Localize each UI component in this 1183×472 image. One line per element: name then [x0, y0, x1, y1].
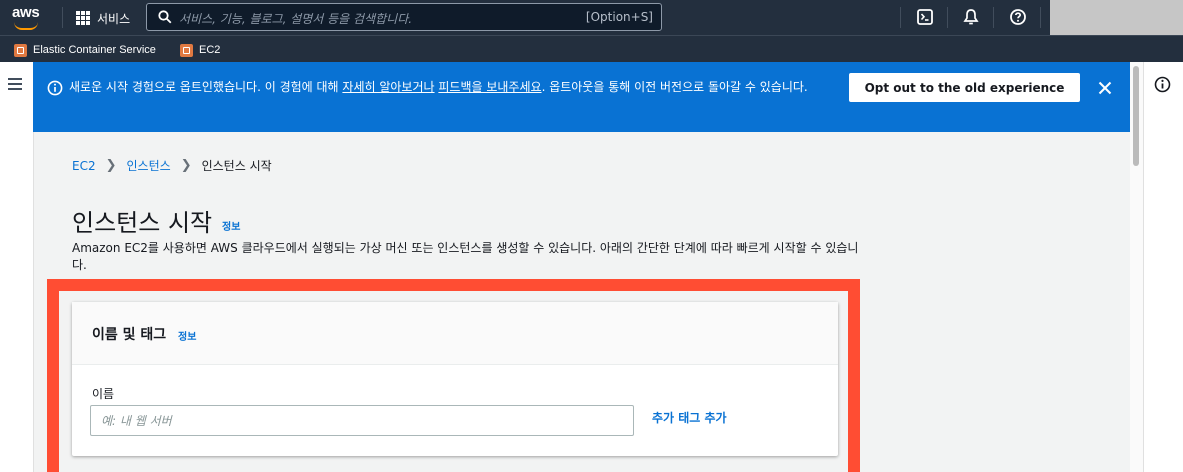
search-input[interactable]: 서비스, 기능, 블로그, 설명서 등을 검색합니다. [Option+S]	[146, 3, 662, 31]
ecs-service-icon	[14, 43, 27, 57]
left-side-rail	[0, 62, 34, 472]
menu-icon[interactable]	[8, 78, 22, 90]
page-title: 인스턴스 시작	[72, 209, 213, 237]
favorite-label: Elastic Container Service	[33, 44, 156, 56]
panel-header: 이름 및 태그 정보	[72, 302, 838, 365]
divider	[947, 7, 948, 28]
opt-out-button[interactable]: Opt out to the old experience	[849, 73, 1080, 102]
name-input[interactable]	[90, 405, 634, 436]
breadcrumb-ec2[interactable]: EC2	[72, 159, 96, 173]
bell-icon[interactable]	[961, 7, 981, 27]
divider	[62, 7, 63, 28]
favorite-ecs[interactable]: Elastic Container Service	[14, 42, 156, 58]
top-navigation-bar: aws 서비스 서비스, 기능, 블로그, 설명서 등을 검색합니다. [Opt…	[0, 0, 1183, 36]
learn-more-link[interactable]: 자세히 알아보거나	[342, 80, 434, 94]
panel-info-link[interactable]: 정보	[178, 328, 196, 343]
breadcrumb-current: 인스턴스 시작	[201, 159, 272, 173]
favorite-ec2[interactable]: EC2	[180, 42, 220, 58]
ec2-service-icon	[180, 43, 193, 57]
close-icon[interactable]	[1097, 80, 1113, 96]
chevron-right-icon: ❯	[105, 158, 117, 173]
aws-logo[interactable]: aws	[12, 4, 40, 21]
panel-title: 이름 및 태그	[92, 327, 167, 343]
help-icon[interactable]	[1008, 7, 1028, 27]
name-field-label: 이름	[92, 387, 115, 401]
search-placeholder: 서비스, 기능, 블로그, 설명서 등을 검색합니다.	[179, 12, 413, 26]
banner-text: . 옵트아웃을 통해 이전 버전으로 돌아갈 수 있습니다.	[541, 80, 808, 94]
info-icon	[47, 80, 63, 96]
search-shortcut-hint: [Option+S]	[585, 10, 653, 24]
info-panel-icon[interactable]	[1154, 76, 1171, 93]
page-description: Amazon EC2를 사용하면 AWS 클라우드에서 실행되는 가상 머신 또…	[72, 241, 859, 272]
page-info-link[interactable]: 정보	[222, 218, 240, 233]
scrollbar-thumb[interactable]	[1133, 66, 1139, 166]
banner-message: 새로운 시작 경험으로 옵트인했습니다. 이 경험에 대해 자세히 알아보거나 …	[69, 77, 829, 97]
favorites-bar: Elastic Container Service EC2	[0, 35, 1183, 62]
banner-text: 새로운 시작 경험으로 옵트인했습니다. 이 경험에 대해	[69, 80, 343, 94]
cloudshell-icon[interactable]	[915, 7, 935, 27]
breadcrumb-instances[interactable]: 인스턴스	[127, 157, 171, 174]
add-tags-link[interactable]: 추가 태그 추가	[652, 409, 727, 426]
send-feedback-link[interactable]: 피드백을 보내주세요	[438, 80, 541, 94]
search-icon	[158, 10, 172, 24]
services-grid-icon[interactable]	[76, 11, 90, 25]
services-menu-button[interactable]: 서비스	[97, 10, 130, 27]
account-menu[interactable]	[1050, 0, 1183, 36]
divider	[993, 7, 994, 28]
aws-logo-smile	[14, 22, 38, 30]
divider	[900, 7, 901, 28]
divider	[1040, 7, 1041, 28]
chevron-right-icon: ❯	[180, 158, 192, 173]
right-side-rail	[1143, 62, 1183, 472]
name-and-tags-panel: 이름 및 태그 정보 이름 추가 태그 추가	[72, 302, 838, 456]
favorite-label: EC2	[199, 44, 221, 56]
breadcrumb: EC2 ❯ 인스턴스 ❯ 인스턴스 시작	[72, 157, 272, 174]
